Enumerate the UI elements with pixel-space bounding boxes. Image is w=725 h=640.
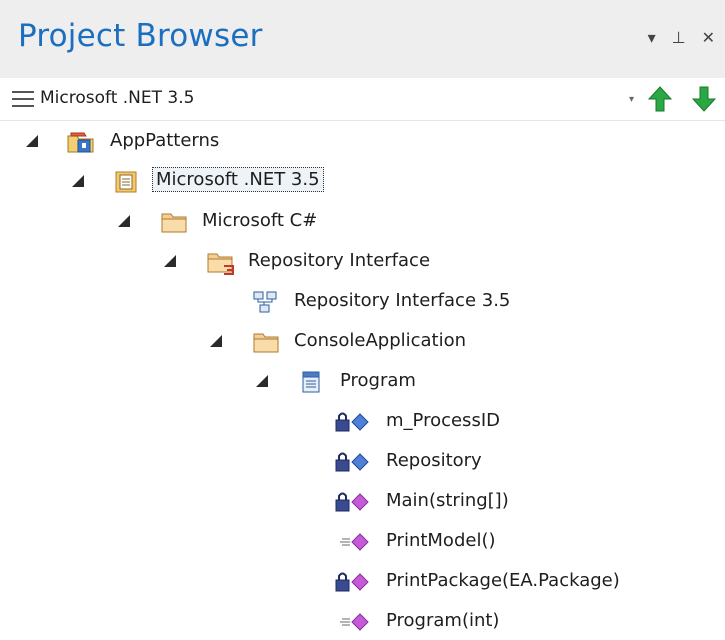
expand-toggle-icon[interactable] xyxy=(164,255,176,267)
tree-node-m-processid[interactable]: m_ProcessID xyxy=(0,402,725,440)
tree-node-dotnet[interactable]: Microsoft .NET 3.5 xyxy=(0,162,725,200)
class-icon xyxy=(302,371,320,393)
public-operation-icon xyxy=(340,613,369,631)
tree-node-label: Program(int) xyxy=(386,610,500,631)
tree-node-main[interactable]: Main(string[]) xyxy=(0,482,725,520)
tree-node-repository-interface-35[interactable]: Repository Interface 3.5 xyxy=(0,282,725,320)
tree-node-label: PrintModel() xyxy=(386,530,496,551)
tree-node-repository[interactable]: Repository xyxy=(0,442,725,480)
private-attribute-icon xyxy=(335,412,369,432)
package-folder-linked-icon xyxy=(207,253,234,275)
private-operation-icon xyxy=(335,492,369,512)
package-folder-icon xyxy=(161,213,187,233)
tree-node-label: m_ProcessID xyxy=(386,410,500,431)
expand-toggle-icon[interactable] xyxy=(26,135,38,147)
hamburger-menu-icon[interactable] xyxy=(12,91,34,107)
tree-node-printpackage[interactable]: PrintPackage(EA.Package) xyxy=(0,562,725,600)
close-icon[interactable]: ✕ xyxy=(702,30,715,46)
package-folder-icon xyxy=(253,333,279,353)
tree-node-label: Program xyxy=(340,370,416,391)
tree-node-apppatterns[interactable]: AppPatterns xyxy=(0,122,725,160)
model-root-icon xyxy=(67,132,94,153)
pin-icon[interactable]: ⊥ xyxy=(672,30,686,46)
tree-node-consoleapplication[interactable]: ConsoleApplication xyxy=(0,322,725,360)
move-up-arrow-icon[interactable] xyxy=(648,86,672,112)
move-down-arrow-icon[interactable] xyxy=(692,86,716,112)
expand-toggle-icon[interactable] xyxy=(210,335,222,347)
tree-node-label: Repository Interface xyxy=(248,250,431,271)
public-operation-icon xyxy=(340,533,369,551)
view-package-icon xyxy=(115,171,137,193)
panel-header: Project Browser ▾ ⊥ ✕ xyxy=(0,0,725,78)
tree-node-label: Repository Interface 3.5 xyxy=(294,290,511,311)
tree-node-program-int[interactable]: Program(int) xyxy=(0,602,725,640)
package-selector-label[interactable]: Microsoft .NET 3.5 xyxy=(40,88,194,108)
tree-node-label: ConsoleApplication xyxy=(294,330,467,351)
tree-node-repository-interface[interactable]: Repository Interface xyxy=(0,242,725,280)
private-attribute-icon xyxy=(335,452,369,472)
tree-node-printmodel[interactable]: PrintModel() xyxy=(0,522,725,560)
tree-node-csharp[interactable]: Microsoft C# xyxy=(0,202,725,240)
tree-node-label: AppPatterns xyxy=(110,130,220,151)
expand-toggle-icon[interactable] xyxy=(72,175,84,187)
tree-node-label: Microsoft .NET 3.5 xyxy=(152,167,324,192)
tree-node-label: Repository xyxy=(386,450,482,471)
class-diagram-icon xyxy=(253,291,277,313)
expand-toggle-icon[interactable] xyxy=(256,375,268,387)
private-operation-icon xyxy=(335,572,369,592)
tree-node-label: Main(string[]) xyxy=(386,490,509,511)
tree-node-label: PrintPackage(EA.Package) xyxy=(386,570,620,591)
dropdown-arrow-icon[interactable]: ▾ xyxy=(648,30,656,46)
panel-title: Project Browser xyxy=(18,18,263,54)
expand-toggle-icon[interactable] xyxy=(118,215,130,227)
tree-node-program[interactable]: Program xyxy=(0,362,725,400)
tree-node-label: Microsoft C# xyxy=(202,210,318,231)
selector-dropdown-icon[interactable]: ▾ xyxy=(629,94,634,105)
toolbar: Microsoft .NET 3.5 ▾ xyxy=(0,78,725,121)
panel-actions: ▾ ⊥ ✕ xyxy=(648,30,715,46)
